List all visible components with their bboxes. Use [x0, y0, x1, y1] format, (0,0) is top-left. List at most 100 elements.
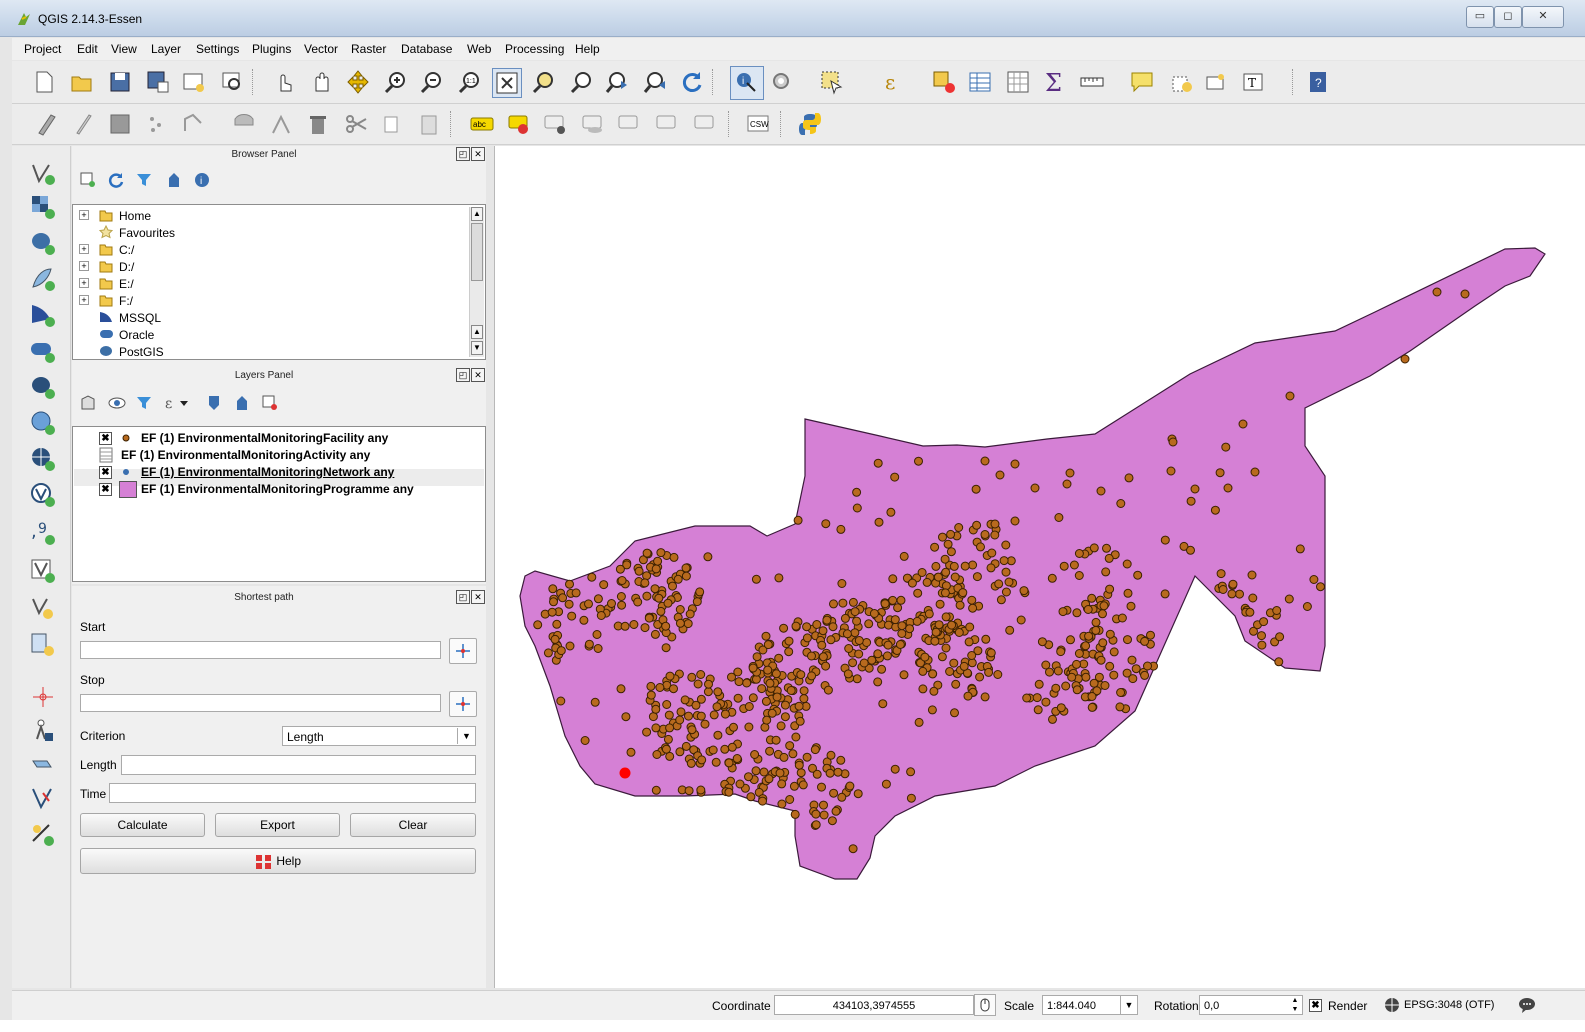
- delete-selected-icon[interactable]: [268, 110, 296, 138]
- chevron-down-icon[interactable]: ▼: [457, 728, 475, 744]
- properties-icon[interactable]: i: [194, 172, 210, 191]
- label-toolbar-icon[interactable]: abc: [468, 110, 496, 138]
- touch-zoom-icon[interactable]: [270, 68, 298, 96]
- remove-layer-icon[interactable]: [262, 395, 278, 414]
- move-feature-icon[interactable]: [180, 110, 208, 138]
- scroll-down-arrow-icon[interactable]: ▼: [471, 341, 483, 355]
- export-button[interactable]: Export: [215, 813, 340, 837]
- menu-processing[interactable]: Processing: [505, 42, 564, 56]
- zoom-out-icon[interactable]: [418, 68, 446, 96]
- zoom-last-icon[interactable]: [604, 68, 632, 96]
- rotation-spinner[interactable]: ▲ ▼: [1288, 996, 1302, 1014]
- add-selected-layers-icon[interactable]: [80, 172, 96, 191]
- collapse-all-layers-icon[interactable]: [234, 395, 250, 414]
- zoom-native-icon[interactable]: 1:1: [456, 68, 484, 96]
- select-features-icon[interactable]: [818, 68, 846, 96]
- expand-icon[interactable]: +: [79, 295, 89, 305]
- save-project-icon[interactable]: [106, 68, 134, 96]
- zoom-to-selection-icon[interactable]: [530, 68, 558, 96]
- visibility-icon[interactable]: [108, 395, 126, 414]
- stop-point-field[interactable]: [80, 694, 441, 712]
- shortest-path-float-button[interactable]: ◰: [456, 590, 470, 604]
- menu-view[interactable]: View: [111, 42, 137, 56]
- add-virtual-layer-icon[interactable]: [28, 556, 58, 586]
- length-field[interactable]: [121, 755, 476, 775]
- close-button[interactable]: ✕: [1522, 6, 1564, 28]
- pan-to-selection-icon[interactable]: [344, 68, 372, 96]
- show-bookmarks-icon[interactable]: [1202, 68, 1230, 96]
- current-edits-icon[interactable]: [34, 110, 62, 138]
- add-wfs-layer-icon[interactable]: [28, 480, 58, 510]
- pin-labels-icon[interactable]: [542, 110, 570, 138]
- add-mssql-layer-icon[interactable]: [28, 300, 58, 330]
- copy-features-icon[interactable]: [378, 110, 406, 138]
- filter-browser-icon[interactable]: [136, 172, 152, 191]
- show-hide-labels-icon[interactable]: [580, 110, 608, 138]
- minimize-button[interactable]: ▭: [1466, 6, 1494, 28]
- help-button[interactable]: Help: [80, 848, 476, 874]
- node-tool-icon[interactable]: [230, 110, 258, 138]
- expand-icon[interactable]: +: [79, 244, 89, 254]
- layer-visibility-checkbox[interactable]: ✖: [99, 466, 112, 479]
- menu-raster[interactable]: Raster: [351, 42, 386, 56]
- toggle-extents-button[interactable]: [974, 994, 996, 1016]
- trash-icon[interactable]: [304, 110, 332, 138]
- pan-icon[interactable]: [308, 68, 336, 96]
- add-db2-layer-icon[interactable]: [28, 372, 58, 402]
- browser-float-button[interactable]: ◰: [456, 147, 470, 161]
- map-tips-icon[interactable]: [1128, 68, 1156, 96]
- add-feature-icon[interactable]: [144, 110, 172, 138]
- start-point-field[interactable]: [80, 641, 441, 659]
- zoom-to-layer-icon[interactable]: [568, 68, 596, 96]
- browser-scrollbar[interactable]: ▲ ▲ ▼: [469, 207, 484, 357]
- add-raster-layer-icon[interactable]: [28, 192, 58, 222]
- map-canvas[interactable]: [494, 146, 1585, 988]
- move-label-icon[interactable]: [616, 110, 644, 138]
- run-feature-action-icon[interactable]: [768, 68, 796, 96]
- new-bookmark-icon[interactable]: [1168, 68, 1196, 96]
- add-delimited-text-layer-icon[interactable]: ,9: [28, 518, 58, 548]
- add-delimited-point-icon[interactable]: [28, 682, 58, 712]
- capture-stop-point-button[interactable]: [449, 691, 477, 717]
- help-contents-icon[interactable]: ?: [1304, 68, 1332, 96]
- capture-start-point-button[interactable]: [449, 638, 477, 664]
- python-console-icon[interactable]: [796, 110, 824, 138]
- chevron-down-icon[interactable]: ▼: [1120, 996, 1137, 1014]
- refresh-icon[interactable]: [678, 68, 706, 96]
- crs-globe-icon[interactable]: [1384, 997, 1400, 1013]
- add-wcs-layer-icon[interactable]: [28, 444, 58, 474]
- zoom-next-icon[interactable]: [642, 68, 670, 96]
- text-annotation-icon[interactable]: T: [1240, 68, 1268, 96]
- menu-vector[interactable]: Vector: [304, 42, 338, 56]
- maximize-button[interactable]: ◻: [1494, 6, 1522, 28]
- expand-all-icon[interactable]: [206, 395, 222, 414]
- composer-manager-icon[interactable]: [218, 68, 246, 96]
- menu-layer[interactable]: Layer: [151, 42, 181, 56]
- identify-features-icon[interactable]: i: [730, 66, 764, 100]
- coordinate-field[interactable]: 434103,3974555: [774, 995, 974, 1015]
- add-geometry-checker-icon[interactable]: [28, 784, 58, 814]
- toggle-editing-icon[interactable]: [70, 110, 98, 138]
- new-project-icon[interactable]: [30, 68, 58, 96]
- shortest-path-close-button[interactable]: ✕: [471, 590, 485, 604]
- messages-icon[interactable]: [1518, 996, 1536, 1014]
- statistical-summary-icon[interactable]: Σ: [1040, 68, 1068, 96]
- scroll-thumb[interactable]: [471, 223, 483, 281]
- new-layer-icon[interactable]: [28, 592, 58, 622]
- open-project-icon[interactable]: [68, 68, 96, 96]
- change-label-icon[interactable]: [692, 110, 720, 138]
- menu-settings[interactable]: Settings: [196, 42, 239, 56]
- expand-icon[interactable]: +: [79, 210, 89, 220]
- expand-icon[interactable]: +: [79, 261, 89, 271]
- add-oracle-layer-icon[interactable]: [28, 336, 58, 366]
- layers-float-button[interactable]: ◰: [456, 368, 470, 382]
- browser-close-button[interactable]: ✕: [471, 147, 485, 161]
- add-postgis-layer-icon[interactable]: [28, 228, 58, 258]
- paste-features-icon[interactable]: [416, 110, 444, 138]
- attribute-table-icon[interactable]: [966, 68, 994, 96]
- save-edits-icon[interactable]: [106, 110, 134, 138]
- crs-label[interactable]: EPSG:3048 (OTF): [1404, 999, 1494, 1011]
- menu-help[interactable]: Help: [575, 42, 600, 56]
- zoom-in-icon[interactable]: [382, 68, 410, 96]
- menu-plugins[interactable]: Plugins: [252, 42, 291, 56]
